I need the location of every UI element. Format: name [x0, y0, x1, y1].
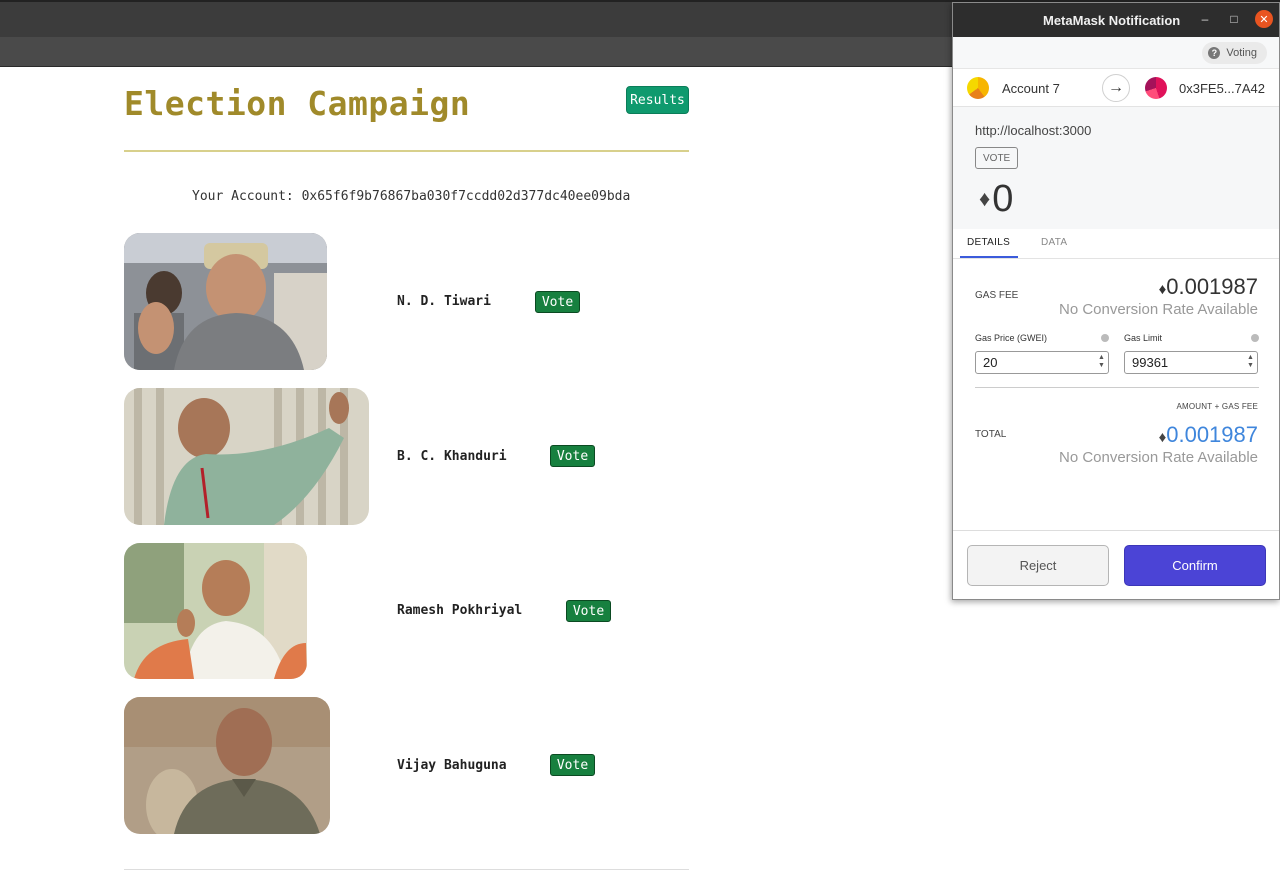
details-tabs: DETAILS DATA — [953, 229, 1279, 259]
candidate-photo — [124, 543, 307, 679]
title-divider — [124, 150, 689, 152]
sender-account-name: Account 7 — [1002, 81, 1060, 96]
vote-button[interactable]: Vote — [550, 445, 595, 467]
stepper-icon[interactable]: ▲ ▼ — [1246, 354, 1255, 371]
page-title: Election Campaign — [124, 84, 471, 123]
vote-button[interactable]: Vote — [566, 600, 611, 622]
total-amount: 0.001987 — [1166, 422, 1258, 447]
candidate-photo — [124, 233, 327, 370]
origin-url: http://localhost:3000 — [975, 123, 1092, 138]
transaction-amount: ♦ 0 — [979, 177, 1013, 221]
minimize-icon[interactable]: – — [1196, 10, 1214, 28]
gas-fee-label: GAS FEE — [975, 290, 1019, 301]
total-value: ♦0.001987 — [1159, 422, 1258, 448]
stepper-icon[interactable]: ▲ ▼ — [1097, 354, 1106, 371]
gas-fee-amount: 0.001987 — [1166, 274, 1258, 299]
network-bar: ? Voting — [953, 37, 1279, 69]
tab-data[interactable]: DATA — [1041, 237, 1067, 248]
gas-fee-conversion: No Conversion Rate Available — [1058, 301, 1258, 318]
recipient-avatar — [1145, 77, 1167, 99]
vote-button[interactable]: Vote — [535, 291, 580, 313]
reject-button[interactable]: Reject — [967, 545, 1109, 586]
info-icon[interactable] — [1101, 334, 1109, 342]
candidate-name: B. C. Khanduri — [397, 449, 507, 464]
sender-recipient-row: Account 7 → 0x3FE5...7A42 — [953, 69, 1279, 107]
network-selector[interactable]: ? Voting — [1202, 42, 1267, 64]
footer-divider — [124, 869, 689, 870]
method-badge: VOTE — [975, 147, 1019, 169]
results-button[interactable]: Results — [626, 86, 689, 114]
gas-limit-input[interactable]: 99361 ▲ ▼ — [1124, 351, 1258, 374]
maximize-icon[interactable]: □ — [1225, 10, 1243, 28]
info-icon[interactable] — [1251, 334, 1259, 342]
gas-limit-label: Gas Limit — [1124, 333, 1163, 343]
confirm-button[interactable]: Confirm — [1124, 545, 1266, 586]
candidate-photo — [124, 697, 330, 834]
total-conversion: No Conversion Rate Available — [1058, 449, 1258, 466]
help-icon: ? — [1208, 47, 1221, 59]
candidate-name: Ramesh Pokhriyal — [397, 603, 523, 618]
gas-fee-value: ♦0.001987 — [1159, 274, 1258, 300]
candidate-name: N. D. Tiwari — [397, 294, 491, 309]
arrow-right-icon: → — [1102, 74, 1130, 102]
tab-details[interactable]: DETAILS — [967, 237, 1010, 248]
window-title: MetaMask Notification — [1043, 13, 1181, 28]
gas-limit-value: 99361 — [1132, 355, 1169, 370]
gas-price-value: 20 — [983, 355, 998, 370]
metamask-notification-window: MetaMask Notification – □ ✕ ? Voting Acc… — [952, 2, 1280, 600]
account-address: Your Account: 0x65f6f9b76867ba030f7ccdd0… — [192, 189, 631, 204]
details-divider — [975, 387, 1259, 388]
window-title-bar: MetaMask Notification – □ ✕ — [953, 3, 1279, 37]
amount-value: 0 — [992, 178, 1014, 220]
ethereum-icon: ♦ — [979, 186, 991, 211]
account-avatar — [967, 77, 989, 99]
active-tab-indicator — [960, 256, 1018, 258]
gas-price-label: Gas Price (GWEI) — [975, 333, 1048, 343]
network-label: Voting — [1226, 47, 1257, 59]
transaction-summary: http://localhost:3000 VOTE ♦ 0 — [953, 107, 1279, 229]
gas-price-input[interactable]: 20 ▲ ▼ — [975, 351, 1109, 374]
vote-button[interactable]: Vote — [550, 754, 595, 776]
recipient-address[interactable]: 0x3FE5...7A42 — [1179, 81, 1265, 96]
footer-divider — [953, 530, 1279, 531]
close-icon[interactable]: ✕ — [1255, 10, 1273, 28]
candidate-name: Vijay Bahuguna — [397, 758, 507, 773]
total-label: TOTAL — [975, 429, 1007, 440]
amount-gas-label: AMOUNT + GAS FEE — [1176, 402, 1258, 411]
candidate-photo — [124, 388, 369, 525]
